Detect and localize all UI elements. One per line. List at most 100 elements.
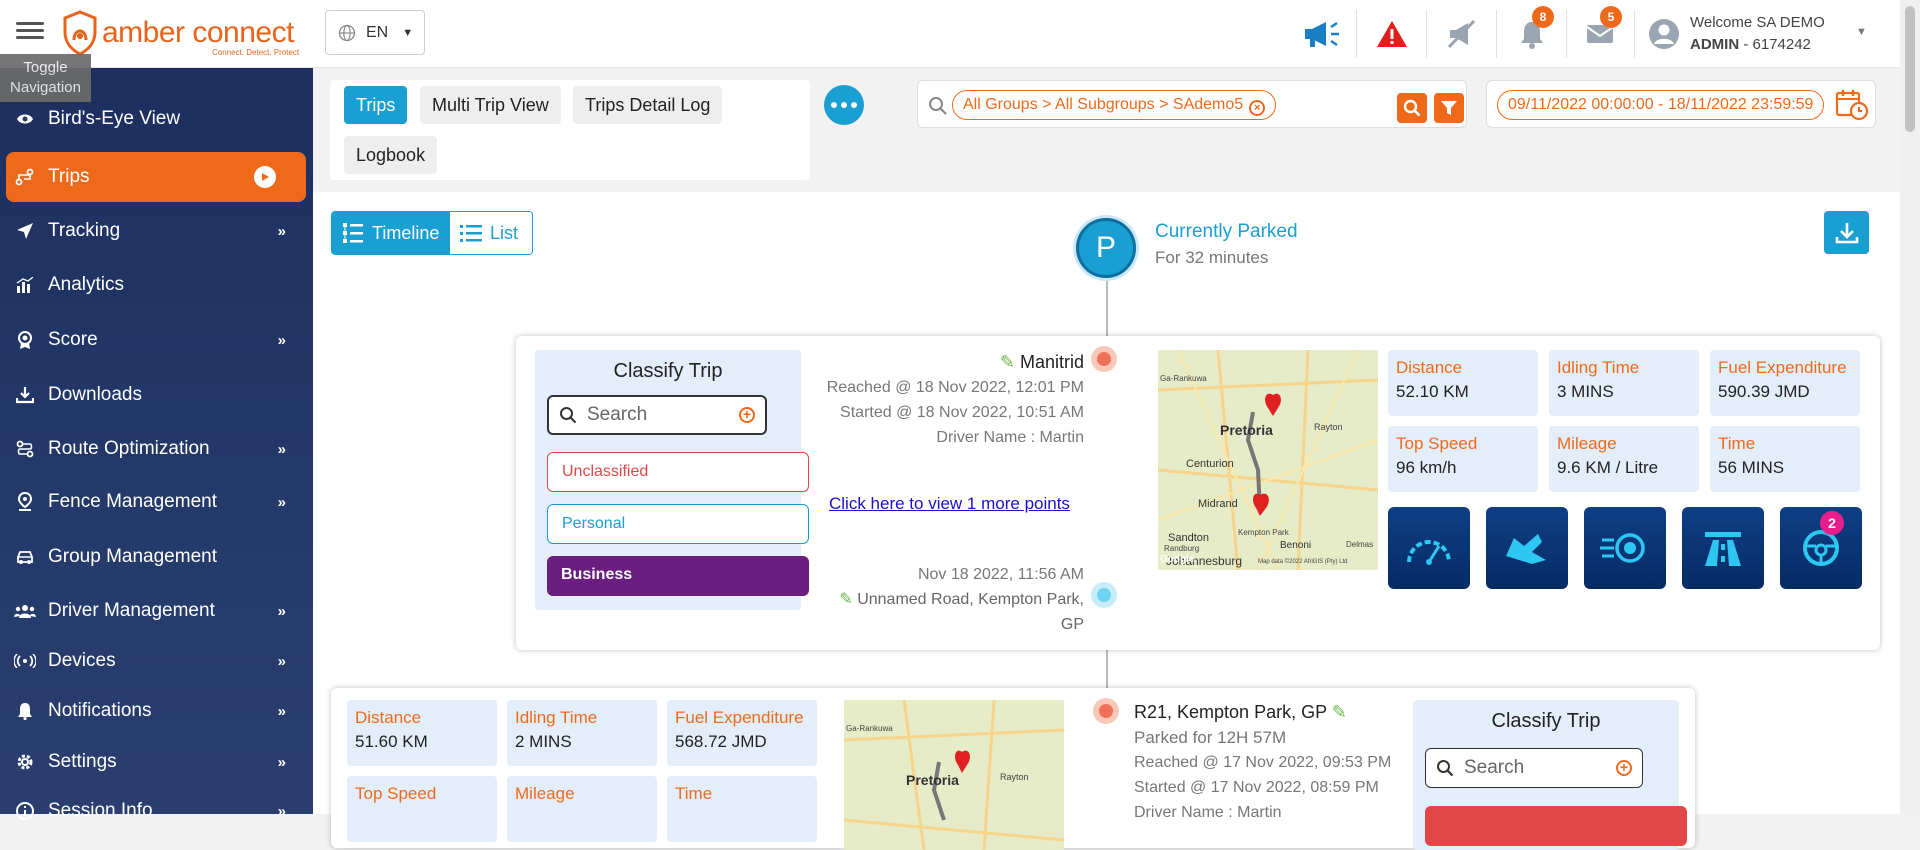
brand-tagline: Connect. Detect. Protect <box>212 48 300 57</box>
sidebar-item-label: Bird's-Eye View <box>48 108 181 129</box>
filter-button[interactable] <box>1434 93 1464 123</box>
add-icon[interactable]: + <box>739 407 755 423</box>
user-welcome[interactable]: Welcome SA DEMO ADMIN - 6174242 <box>1690 12 1825 56</box>
add-icon[interactable]: + <box>1616 760 1632 776</box>
sidebar-item-driver-management[interactable]: Driver Management » <box>6 586 306 636</box>
tab-multi-trip-view[interactable]: Multi Trip View <box>420 86 561 124</box>
sidebar-item-downloads[interactable]: Downloads <box>6 370 306 420</box>
sidebar-item-tracking[interactable]: Tracking » <box>6 206 306 256</box>
date-range-picker[interactable]: 09/11/2022 00:00:00 - 18/11/2022 23:59:5… <box>1486 80 1876 128</box>
amber-shield-icon <box>63 10 97 56</box>
end-location: R21, Kempton Park, GP <box>1134 702 1327 722</box>
parked-marker: P <box>1076 218 1136 278</box>
sidebar-item-label: Route Optimization <box>48 438 210 459</box>
trip-map[interactable]: Ga-Rankuwa Pretoria Rayton Centurion Mid… <box>1158 350 1378 570</box>
tab-trips[interactable]: Trips <box>344 86 408 124</box>
map-label: Pretoria <box>1220 422 1273 438</box>
search-button[interactable] <box>1397 93 1427 123</box>
chevron-double-down-icon: » <box>277 222 286 240</box>
sidebar-item-analytics[interactable]: Analytics <box>6 260 306 310</box>
alert-triangle-icon[interactable] <box>1372 14 1412 54</box>
classify-search-input[interactable]: Search + <box>1425 748 1643 788</box>
tab-logbook[interactable]: Logbook <box>344 136 438 174</box>
start-time: Nov 18 2022, 11:56 AM <box>917 566 1084 583</box>
group-filter[interactable]: All Groups > All Subgroups > SAdemo5 × <box>917 80 1467 128</box>
map-attribution: Map data ©2022 AfriGIS (Pty) Ltd <box>1258 559 1348 565</box>
classify-business-button[interactable]: Business <box>547 556 809 596</box>
pencil-icon[interactable]: ✎ <box>1332 702 1347 722</box>
pencil-icon[interactable]: ✎ <box>839 591 852 608</box>
scrollbar-thumb[interactable] <box>1905 6 1915 132</box>
sidebar-item-notifications[interactable]: Notifications » <box>6 686 306 736</box>
bell-icon[interactable]: 8 <box>1512 6 1554 54</box>
divider <box>1426 10 1427 58</box>
harsh-braking-button[interactable] <box>1486 507 1568 589</box>
envelope-icon[interactable]: 5 <box>1580 6 1622 54</box>
close-icon[interactable]: × <box>1249 100 1266 116</box>
info-icon <box>14 800 36 822</box>
view-toggle: Timeline List <box>331 211 533 255</box>
view-more-points-link[interactable]: Click here to view 1 more points <box>829 494 1070 514</box>
chevron-down-icon[interactable]: ▼ <box>1856 26 1867 38</box>
muted-megaphone-icon[interactable] <box>1442 14 1482 54</box>
search-icon <box>1437 760 1454 777</box>
classify-search-input[interactable]: Search + <box>547 395 767 435</box>
timeline-label: Timeline <box>372 222 440 243</box>
group-breadcrumb: All Groups > All Subgroups > SAdemo5 <box>963 96 1244 113</box>
classify-unclassified-button[interactable]: Unclassified <box>547 452 809 492</box>
play-icon <box>254 166 276 188</box>
trip-card: Classify Trip Search + Unclassified Pers… <box>516 336 1880 650</box>
sidebar-item-fence-management[interactable]: Fence Management » <box>6 477 306 527</box>
steering-badge: 2 <box>1820 511 1844 535</box>
steering-wheel-button[interactable]: 2 <box>1780 507 1862 589</box>
gear-icon <box>14 751 36 773</box>
sidebar-item-group-management[interactable]: Group Management <box>6 532 306 582</box>
sidebar-item-label: Analytics <box>48 274 125 295</box>
map-label: Ga-Rankuwa <box>1160 374 1207 383</box>
calendar-clock-icon[interactable] <box>1835 89 1869 121</box>
chevron-double-down-icon: » <box>277 493 286 511</box>
trip-start-marker <box>1091 582 1117 608</box>
classify-personal-button[interactable]: Personal <box>547 504 809 544</box>
map-label: Sandton <box>1168 532 1209 544</box>
stat-top-speed: Top Speed <box>347 776 497 842</box>
date-range-value[interactable]: 09/11/2022 00:00:00 - 18/11/2022 23:59:5… <box>1497 90 1825 120</box>
more-options-button[interactable] <box>824 85 864 125</box>
download-button[interactable] <box>1824 211 1869 254</box>
user-role: ADMIN <box>1690 36 1740 53</box>
sidebar-item-score[interactable]: Score » <box>6 315 306 365</box>
parked-for: Parked for 12H 57M <box>1134 728 1287 747</box>
acceleration-button[interactable] <box>1584 507 1666 589</box>
map-label: Ga-Rankuwa <box>846 724 893 733</box>
sidebar-item-session-info[interactable]: Session Info » <box>6 786 306 836</box>
megaphone-icon[interactable] <box>1302 14 1342 54</box>
classify-unclassified-button[interactable] <box>1425 806 1687 846</box>
sidebar-item-label: Settings <box>48 751 117 772</box>
timeline-icon <box>343 223 363 243</box>
group-breadcrumb-chip[interactable]: All Groups > All Subgroups > SAdemo5 × <box>952 90 1277 120</box>
divider <box>1566 10 1567 58</box>
pencil-icon[interactable]: ✎ <box>1000 352 1015 372</box>
globe-icon <box>338 24 356 41</box>
page-scrollbar[interactable] <box>1900 0 1920 814</box>
hamburger-menu-icon[interactable] <box>16 18 44 42</box>
user-avatar-icon[interactable] <box>1644 14 1684 54</box>
start-location: Unnamed Road, Kempton Park, <box>857 591 1084 608</box>
location-pin-icon <box>14 491 36 513</box>
sidebar-item-settings[interactable]: Settings » <box>6 737 306 787</box>
sidebar-item-devices[interactable]: Devices » <box>6 636 306 686</box>
tab-trips-detail-log[interactable]: Trips Detail Log <box>573 86 723 124</box>
stat-idling-time: Idling Time 2 MINS <box>507 700 657 766</box>
timeline-view-button[interactable]: Timeline <box>332 212 450 254</box>
speedometer-button[interactable] <box>1388 507 1470 589</box>
highway-button[interactable] <box>1682 507 1764 589</box>
toggle-navigation-tooltip: Toggle Navigation <box>0 54 91 102</box>
classify-trip-panel: Classify Trip Search + Unclassified Pers… <box>535 350 809 610</box>
language-select[interactable]: EN ▼ <box>325 10 425 55</box>
trip-map[interactable]: Ga-Rankuwa Pretoria Rayton <box>844 700 1064 850</box>
sidebar-item-trips[interactable]: Trips <box>6 152 306 202</box>
reached-time: Reached @ 17 Nov 2022, 09:53 PM <box>1134 754 1392 771</box>
sidebar-item-route-optimization[interactable]: Route Optimization » <box>6 424 306 474</box>
list-view-button[interactable]: List <box>450 212 532 254</box>
stat-fuel-expenditure: Fuel Expenditure 568.72 JMD <box>667 700 817 766</box>
